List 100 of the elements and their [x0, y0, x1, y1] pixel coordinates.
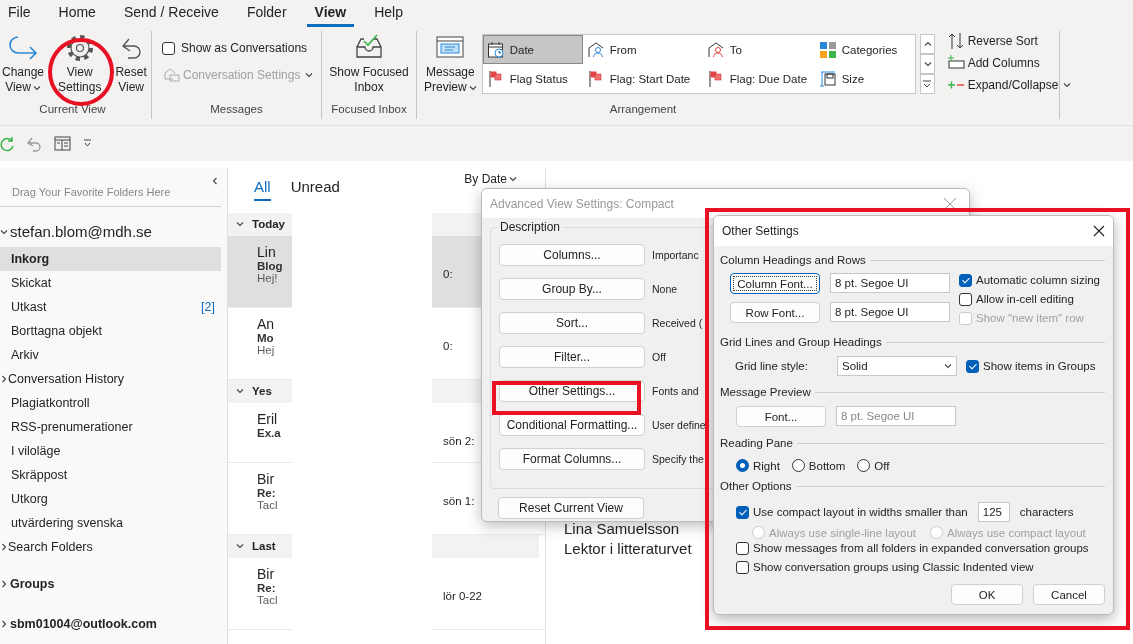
- folder-group[interactable]: sbm01004@outlook.com: [0, 608, 227, 639]
- ribbon-tab[interactable]: Folder: [238, 0, 295, 27]
- reset-view-button[interactable]: Reset View: [114, 31, 148, 97]
- folder-item[interactable]: Borttagna objekt: [0, 318, 227, 343]
- checkbox-label[interactable]: Show as Conversations: [181, 41, 308, 55]
- arrangement-option[interactable]: Flag Status: [482, 64, 583, 93]
- folder-item[interactable]: Plagiatkontroll: [0, 390, 227, 415]
- folder-item[interactable]: Arkiv: [0, 342, 227, 367]
- settings-button[interactable]: Group By...: [499, 278, 645, 300]
- checkbox[interactable]: [162, 41, 175, 55]
- settings-button[interactable]: Format Columns...: [499, 448, 645, 470]
- group-header[interactable]: Last: [228, 534, 292, 558]
- view-settings-button[interactable]: View Settings: [57, 31, 103, 97]
- settings-button[interactable]: Columns...: [499, 244, 645, 266]
- settings-button[interactable]: Filter...: [499, 346, 645, 368]
- sort-button[interactable]: Reverse Sort: [944, 31, 1074, 51]
- chevron-up-icon: [924, 40, 933, 48]
- ribbon-tab[interactable]: Help: [366, 0, 411, 27]
- chevron-down-icon: [944, 362, 952, 370]
- checkbox-label[interactable]: Allow in-cell editing: [976, 293, 1074, 305]
- checkbox[interactable]: [736, 505, 749, 519]
- change-view-button[interactable]: Change View: [1, 31, 46, 97]
- ribbon-tab[interactable]: File: [0, 0, 39, 27]
- folder-item[interactable]: Utkorg: [0, 486, 227, 511]
- close-icon[interactable]: [1093, 225, 1105, 237]
- account-item[interactable]: stefan.blom@mdh.se: [0, 216, 227, 247]
- setting-description: None: [652, 283, 678, 295]
- folder-item[interactable]: Conversation History: [0, 366, 227, 391]
- checkbox[interactable]: [736, 541, 749, 555]
- font-field[interactable]: 8 pt. Segoe UI: [830, 302, 950, 322]
- section-heading: Column Headings and Rows: [720, 254, 866, 266]
- radio-button[interactable]: [857, 459, 871, 472]
- folder-item[interactable]: I viloläge: [0, 438, 227, 463]
- dialog-button[interactable]: OK: [951, 584, 1023, 605]
- scroll-down-button[interactable]: [919, 54, 935, 74]
- folder-item[interactable]: Search Folders: [0, 534, 227, 559]
- checkbox[interactable]: [736, 560, 749, 574]
- message-preview-button[interactable]: Message Preview: [423, 31, 478, 97]
- checkbox-label[interactable]: Show conversation groups using Classic Indented view: [753, 561, 1034, 573]
- filter-tab[interactable]: Unread: [290, 171, 340, 201]
- reset-current-view-button[interactable]: Reset Current View: [498, 497, 644, 519]
- dialog-button[interactable]: Cancel: [1033, 584, 1105, 605]
- radio-button[interactable]: [791, 459, 805, 472]
- ribbon-tab[interactable]: Home: [50, 0, 104, 27]
- checkbox[interactable]: [959, 292, 972, 306]
- show-focused-inbox-button[interactable]: Show Focused Inbox: [328, 31, 410, 97]
- grid-style-dropdown[interactable]: Solid: [837, 356, 957, 376]
- radio-button[interactable]: [736, 459, 749, 472]
- conversation-icon: [164, 68, 180, 82]
- arrangement-option[interactable]: Date: [482, 35, 583, 64]
- folder-item[interactable]: RSS-prenumerationer: [0, 414, 227, 439]
- settings-button[interactable]: Conditional Formatting...: [499, 414, 645, 436]
- group-header[interactable]: Yes: [228, 379, 292, 403]
- columns-button[interactable]: Add Columns: [944, 53, 1074, 73]
- radio-label[interactable]: Right: [753, 459, 780, 472]
- group-header[interactable]: Today: [228, 212, 292, 236]
- customize-toolbar-icon[interactable]: [83, 139, 92, 148]
- settings-button[interactable]: Sort...: [499, 312, 645, 334]
- scroll-up-button[interactable]: [919, 34, 935, 54]
- checkbox[interactable]: [966, 359, 979, 373]
- layout-icon[interactable]: [54, 136, 71, 151]
- sort-dropdown[interactable]: By Date: [464, 171, 517, 186]
- radio-label[interactable]: Off: [874, 459, 890, 472]
- chevron-down-icon: [509, 174, 517, 183]
- sort-arrows-icon: [946, 32, 965, 50]
- arrangement-option[interactable]: Size: [814, 64, 915, 93]
- radio-label[interactable]: Bottom: [808, 459, 846, 472]
- more-button[interactable]: [919, 74, 935, 94]
- checkbox-label[interactable]: Automatic column sizing: [976, 274, 1100, 286]
- arrangement-option[interactable]: Flag: Due Date: [702, 64, 815, 93]
- checkbox-label[interactable]: Show items in Groups: [983, 360, 1096, 372]
- expand-button[interactable]: Expand/Collapse: [944, 75, 1074, 95]
- caret-icon: [468, 83, 477, 92]
- width-field[interactable]: 125: [977, 502, 1010, 522]
- section-heading: Reading Pane: [720, 437, 793, 449]
- section-heading: Message Preview: [720, 386, 811, 398]
- arrangement-option[interactable]: To: [702, 35, 815, 64]
- checkbox-label[interactable]: Show messages from all folders in expanded conversation groups: [753, 542, 1089, 554]
- arrangement-option[interactable]: Categories: [814, 35, 915, 64]
- add-columns-icon: [946, 54, 965, 72]
- font-button[interactable]: Row Font...: [730, 302, 820, 323]
- flag-icon: [706, 69, 725, 88]
- arrangement-option[interactable]: From: [582, 35, 703, 64]
- arrangement-option[interactable]: Flag: Start Date: [582, 64, 703, 93]
- chevron-down-icon: [236, 542, 244, 550]
- folder-item[interactable]: Inkorg: [0, 246, 221, 271]
- folder-item[interactable]: Utkast [2]: [0, 294, 227, 319]
- font-field[interactable]: 8 pt. Segoe UI: [830, 273, 950, 293]
- group-label: Focused Inbox: [330, 103, 408, 117]
- filter-tab[interactable]: All: [254, 171, 271, 201]
- size-icon: [818, 69, 837, 88]
- folder-item[interactable]: utvärdering svenska: [0, 510, 227, 535]
- ribbon-tab[interactable]: Send / Receive: [115, 0, 227, 27]
- folder-item[interactable]: Skickat: [0, 270, 227, 295]
- folder-group[interactable]: Groups: [0, 568, 227, 599]
- checkbox-label[interactable]: Use compact layout in widths smaller than: [753, 506, 968, 518]
- ribbon-tab[interactable]: View: [306, 0, 355, 27]
- folder-item[interactable]: Skräppost: [0, 462, 227, 487]
- checkbox[interactable]: [959, 273, 972, 287]
- font-button[interactable]: Column Font...: [730, 273, 820, 294]
